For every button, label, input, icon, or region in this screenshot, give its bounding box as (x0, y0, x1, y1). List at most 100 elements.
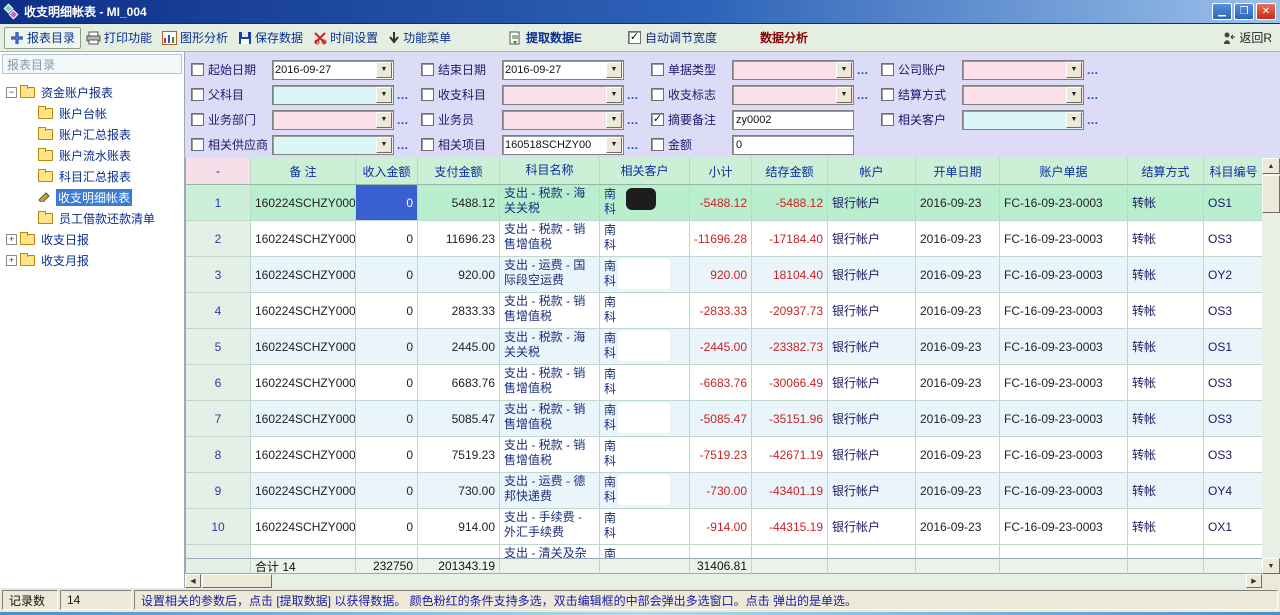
cell-note[interactable]: 160224SCHZY0002 (251, 473, 356, 509)
chevron-down-icon[interactable]: ▼ (1066, 87, 1082, 103)
chevron-down-icon[interactable]: ▼ (1066, 62, 1082, 78)
cell-customer[interactable]: 南 化 科 (600, 185, 690, 221)
cell-code[interactable]: OY2 (1204, 257, 1262, 293)
cell-balance[interactable]: -20937.73 (752, 293, 828, 329)
cell-note[interactable]: 160224SCHZY0002 (251, 509, 356, 545)
cell-income[interactable]: 0 (356, 365, 418, 401)
cell-note[interactable]: 160224SCHZY0002 (251, 401, 356, 437)
cell-n[interactable]: 6 (186, 365, 251, 401)
cell-subject[interactable]: 支出 - 税款 - 销售增值税 (500, 365, 600, 401)
scroll-down-button[interactable]: ▼ (1262, 558, 1280, 574)
chevron-down-icon[interactable]: ▼ (606, 137, 622, 153)
cell-subject[interactable]: 支出 - 税款 - 销售增值税 (500, 437, 600, 473)
ellipsis-button[interactable]: … (394, 113, 412, 127)
cell-subtotal[interactable]: 920.00 (690, 257, 752, 293)
cell-n[interactable]: 10 (186, 509, 251, 545)
cell-pay[interactable]: 920.00 (418, 257, 500, 293)
scroll-up-button[interactable]: ▲ (1262, 158, 1280, 174)
sidebar-item-资金账户报表[interactable]: −资金账户报表 (0, 82, 184, 103)
cell-customer[interactable]: 南 化 科 (600, 293, 690, 329)
column-header[interactable]: 账户单据 (1000, 158, 1128, 185)
cell-code[interactable]: OS3 (1204, 365, 1262, 401)
sidebar-item-科目汇总报表[interactable]: 科目汇总报表 (0, 166, 184, 187)
cell-subtotal[interactable]: -7519.23 (690, 437, 752, 473)
scroll-left-button[interactable]: ◀ (185, 574, 201, 588)
cell-income[interactable]: 0 (356, 401, 418, 437)
cell-pay[interactable]: 730.00 (418, 473, 500, 509)
cell-method[interactable]: 转帐 (1128, 257, 1204, 293)
cell-n[interactable]: 4 (186, 293, 251, 329)
ellipsis-button[interactable]: … (624, 88, 642, 102)
column-header[interactable]: 备 注 (251, 158, 356, 185)
cell-pay[interactable]: 2833.33 (418, 293, 500, 329)
cell-doc[interactable]: FC-16-09-23-0003 (1000, 329, 1128, 365)
cell-pay[interactable]: 11696.23 (418, 221, 500, 257)
cell-code[interactable]: OS3 (1204, 221, 1262, 257)
cell-date[interactable]: 2016-09-23 (916, 329, 1000, 365)
cell-method[interactable]: 转帐 (1128, 509, 1204, 545)
table-row-partial[interactable]: 支出 - 清关及杂费南 (186, 545, 1262, 558)
cell-customer[interactable]: 南 化 科 (600, 329, 690, 365)
table-row[interactable]: 7160224SCHZY000205085.47支出 - 税款 - 销售增值税南… (186, 401, 1262, 437)
cell-balance[interactable]: -5488.12 (752, 185, 828, 221)
data-analysis-button[interactable]: 数据分析 (760, 29, 808, 46)
filter-combo[interactable]: 2016-09-27▼ (502, 60, 624, 80)
cell-date[interactable]: 2016-09-23 (916, 365, 1000, 401)
toolbar-button-time[interactable]: 时间设置 (308, 27, 383, 49)
chevron-down-icon[interactable]: ▼ (836, 62, 852, 78)
cell-date[interactable]: 2016-09-23 (916, 401, 1000, 437)
chevron-down-icon[interactable]: ▼ (376, 112, 392, 128)
column-header[interactable]: 结算方式 (1128, 158, 1204, 185)
scroll-right-button[interactable]: ▶ (1246, 574, 1262, 588)
table-row[interactable]: 3160224SCHZY00020920.00支出 - 运费 - 国际段空运费南… (186, 257, 1262, 293)
cell-code[interactable]: OS1 (1204, 185, 1262, 221)
ellipsis-button[interactable]: … (1084, 88, 1102, 102)
cell-income[interactable]: 0 (356, 509, 418, 545)
cell-subject[interactable]: 支出 - 税款 - 销售增值税 (500, 293, 600, 329)
filter-checkbox[interactable] (881, 88, 894, 101)
minus-expander-icon[interactable]: − (6, 87, 17, 98)
cell-balance[interactable]: -23382.73 (752, 329, 828, 365)
cell-balance[interactable]: -35151.96 (752, 401, 828, 437)
extract-data-button[interactable]: 提取数据E (508, 29, 582, 46)
filter-combo[interactable]: ▼ (272, 85, 394, 105)
cell-customer[interactable]: 南 化 科 (600, 257, 690, 293)
column-header[interactable]: 小计 (690, 158, 752, 185)
cell-subject[interactable]: 支出 - 税款 - 销售增值税 (500, 401, 600, 437)
table-row[interactable]: 2160224SCHZY0002011696.23支出 - 税款 - 销售增值税… (186, 221, 1262, 257)
cell-subtotal[interactable]: -5085.47 (690, 401, 752, 437)
cell-doc[interactable]: FC-16-09-23-0003 (1000, 473, 1128, 509)
cell-code[interactable]: OS1 (1204, 329, 1262, 365)
sidebar-item-收支月报[interactable]: +收支月报 (0, 250, 184, 271)
cell-doc[interactable]: FC-16-09-23-0003 (1000, 257, 1128, 293)
cell-subject[interactable]: 支出 - 手续费 - 外汇手续费 (500, 509, 600, 545)
filter-combo[interactable]: ▼ (962, 60, 1084, 80)
cell-balance[interactable]: -30066.49 (752, 365, 828, 401)
filter-checkbox[interactable] (651, 138, 664, 151)
cell-subtotal[interactable]: -6683.76 (690, 365, 752, 401)
cell-code[interactable]: OS3 (1204, 293, 1262, 329)
filter-checkbox[interactable] (191, 138, 204, 151)
sidebar-item-账户汇总报表[interactable]: 账户汇总报表 (0, 124, 184, 145)
cell-subtotal[interactable]: -2833.33 (690, 293, 752, 329)
toolbar-button-report-plus[interactable]: 报表目录 (4, 27, 81, 49)
cell-code[interactable]: OS3 (1204, 437, 1262, 473)
cell-income[interactable]: 0 (356, 473, 418, 509)
cell-customer[interactable]: 南 化 科 (600, 437, 690, 473)
chevron-down-icon[interactable]: ▼ (836, 87, 852, 103)
cell-method[interactable]: 转帐 (1128, 221, 1204, 257)
filter-checkbox[interactable] (651, 63, 664, 76)
cell-doc[interactable]: FC-16-09-23-0003 (1000, 401, 1128, 437)
cell-date[interactable]: 2016-09-23 (916, 221, 1000, 257)
filter-combo[interactable]: ▼ (272, 110, 394, 130)
chevron-down-icon[interactable]: ▼ (376, 137, 392, 153)
cell-subtotal[interactable]: -730.00 (690, 473, 752, 509)
filter-combo[interactable]: ▼ (732, 60, 854, 80)
cell-customer[interactable]: 南 化 科 (600, 365, 690, 401)
chevron-down-icon[interactable]: ▼ (606, 87, 622, 103)
filter-input[interactable] (732, 135, 854, 155)
cell-pay[interactable]: 5085.47 (418, 401, 500, 437)
cell-subtotal[interactable]: -2445.00 (690, 329, 752, 365)
cell-date[interactable]: 2016-09-23 (916, 437, 1000, 473)
close-button[interactable]: ✕ (1256, 3, 1276, 20)
